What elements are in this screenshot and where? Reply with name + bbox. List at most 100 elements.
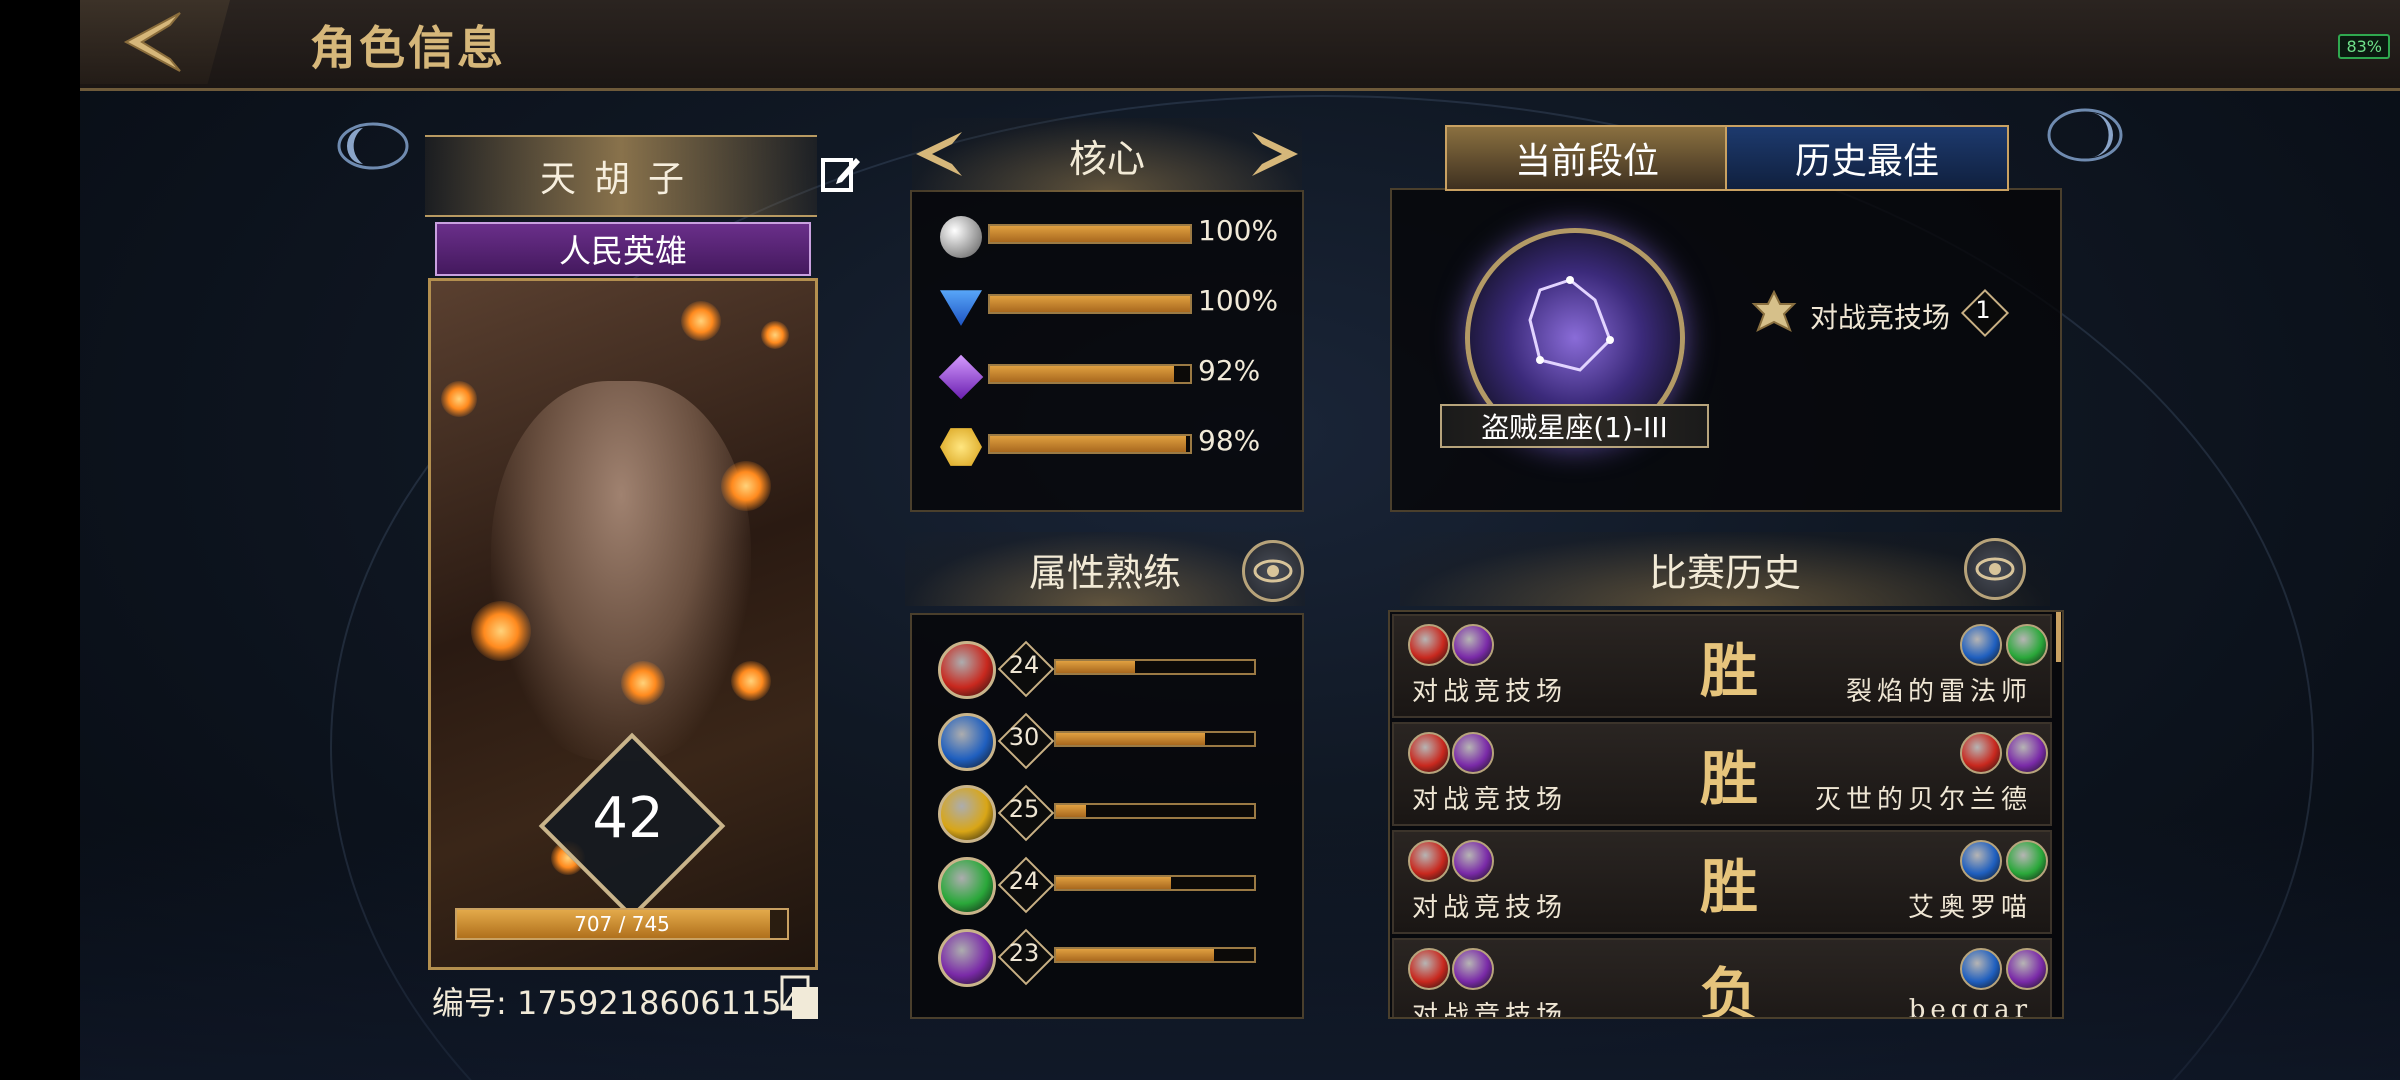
opponent-name: 灭世的贝尔兰德 [1814, 785, 2032, 815]
opponent-element-icon [2006, 948, 2048, 990]
creature-illustration [491, 381, 751, 761]
page-title: 角色信息 [310, 21, 506, 75]
edit-name-icon[interactable] [820, 152, 862, 194]
gold-hexagon-icon [940, 428, 982, 466]
xp-bar: 707 / 745 [455, 908, 789, 940]
mastery-visibility-button[interactable] [1242, 540, 1304, 602]
red-fist-icon [1408, 732, 1450, 774]
mastery-level: 23 [1008, 939, 1040, 967]
rank-name-plate: 盗贼星座(1)-III [1440, 404, 1709, 448]
arena-mode-label: 对战竞技场 [1810, 301, 1951, 334]
opponent-name: beggar [1908, 995, 2032, 1019]
mastery-level: 25 [1008, 795, 1040, 823]
red-fist-icon [1408, 948, 1450, 990]
opponent-element-icon [1960, 840, 2002, 882]
core-stat-bar [988, 294, 1192, 314]
blue-book-icon [938, 713, 996, 771]
mastery-level: 24 [1008, 651, 1040, 679]
match-result: 负 [1699, 961, 1758, 1019]
ember [621, 661, 665, 705]
back-arrow-icon [123, 12, 181, 72]
opponent-element-icon [1960, 948, 2002, 990]
red-fist-icon [1408, 840, 1450, 882]
opponent-name: 艾奥罗喵 [1907, 893, 2032, 923]
core-stat-value: 100% [1198, 214, 1279, 247]
thief-constellation-icon [1528, 276, 1614, 372]
mastery-fill [1056, 805, 1086, 817]
rank-name: 盗贼星座(1)-III [1481, 411, 1668, 444]
green-arrow-icon [938, 857, 996, 915]
next-arrow-icon[interactable] [1248, 128, 1304, 180]
mastery-bar [1054, 659, 1256, 675]
core-stat-bar [988, 224, 1192, 244]
ember [721, 461, 771, 511]
ember [471, 601, 531, 661]
xp-text: 707 / 745 [574, 912, 670, 936]
tab-best-rank[interactable]: 历史最佳 [1725, 125, 2009, 191]
top-bar: 角色信息 [80, 0, 2400, 91]
arena-count: 1 [1975, 296, 1991, 324]
core-stat-value: 92% [1198, 354, 1261, 387]
match-result: 胜 [1699, 745, 1758, 813]
mastery-fill [1056, 949, 1215, 961]
core-title: 核心 [1068, 136, 1145, 181]
copy-icon[interactable] [780, 975, 822, 1023]
mastery-bar [1054, 731, 1256, 747]
mastery-bar [1054, 875, 1256, 891]
mastery-fill [1056, 661, 1136, 673]
match-result: 胜 [1699, 853, 1758, 921]
history-title: 比赛历史 [1648, 550, 1801, 595]
eye-icon [1975, 557, 2015, 581]
back-button[interactable] [80, 0, 230, 84]
purple-anvil-icon [1452, 948, 1494, 990]
opponent-element-icon [2006, 624, 2048, 666]
tab-best-rank-label: 历史最佳 [1794, 141, 1939, 182]
history-scrollbar[interactable] [2056, 612, 2061, 662]
player-id: 编号: 17592186061154 [432, 984, 802, 1022]
opponent-name: 裂焰的雷法师 [1845, 677, 2032, 707]
core-stat-bar [988, 434, 1192, 454]
opponent-element-icon [1960, 624, 2002, 666]
tab-current-rank[interactable]: 当前段位 [1445, 125, 1729, 191]
match-row[interactable]: 对战竞技场 胜裂焰的雷法师 [1392, 614, 2052, 718]
mastery-level: 30 [1008, 723, 1040, 751]
match-row[interactable]: 对战竞技场 负 beggar [1392, 938, 2052, 1019]
match-row[interactable]: 对战竞技场 胜艾奥罗喵 [1392, 830, 2052, 934]
purple-anvil-icon [1452, 624, 1494, 666]
moon-icon [2047, 108, 2123, 162]
arena-medal-icon [1751, 290, 1797, 333]
ember [761, 321, 789, 349]
opponent-element-icon [2006, 732, 2048, 774]
eye-icon [1253, 559, 1293, 583]
history-visibility-button[interactable] [1964, 538, 2026, 600]
opponent-element-icon [2006, 840, 2048, 882]
mastery-bar [1054, 947, 1256, 963]
core-header: 核心 [912, 118, 1302, 192]
core-stat-fill [990, 366, 1174, 382]
match-history-list[interactable]: 对战竞技场胜裂焰的雷法师 对战竞技场胜灭世的贝尔兰德 对战竞技场胜艾奥罗喵 对战竞技场… [1388, 610, 2064, 1019]
match-mode: 对战竞技场 [1412, 1001, 1568, 1019]
player-name: 天胡子 [425, 135, 817, 217]
gold-beast-icon [938, 785, 996, 843]
match-mode: 对战竞技场 [1412, 677, 1568, 707]
mastery-bar [1054, 803, 1256, 819]
moon-icon [337, 122, 409, 170]
prev-arrow-icon[interactable] [910, 128, 966, 180]
match-result: 胜 [1699, 637, 1758, 705]
core-stat-fill [990, 226, 1190, 242]
match-row[interactable]: 对战竞技场 胜灭世的贝尔兰德 [1392, 722, 2052, 826]
history-header: 比赛历史 [1400, 532, 2050, 606]
blue-triangle-icon [940, 290, 982, 326]
battery-indicator: 83% [2338, 34, 2390, 59]
purple-anvil-icon [1452, 732, 1494, 774]
red-fist-icon [938, 641, 996, 699]
tab-current-rank-label: 当前段位 [1514, 141, 1659, 182]
mastery-fill [1056, 877, 1171, 889]
core-panel: 100% 100% 92% 98% [910, 190, 1304, 512]
opponent-element-icon [1960, 732, 2002, 774]
mastery-fill [1056, 733, 1205, 745]
core-stat-fill [990, 296, 1190, 312]
ember [681, 301, 721, 341]
core-stat-bar [988, 364, 1192, 384]
red-fist-icon [1408, 624, 1450, 666]
